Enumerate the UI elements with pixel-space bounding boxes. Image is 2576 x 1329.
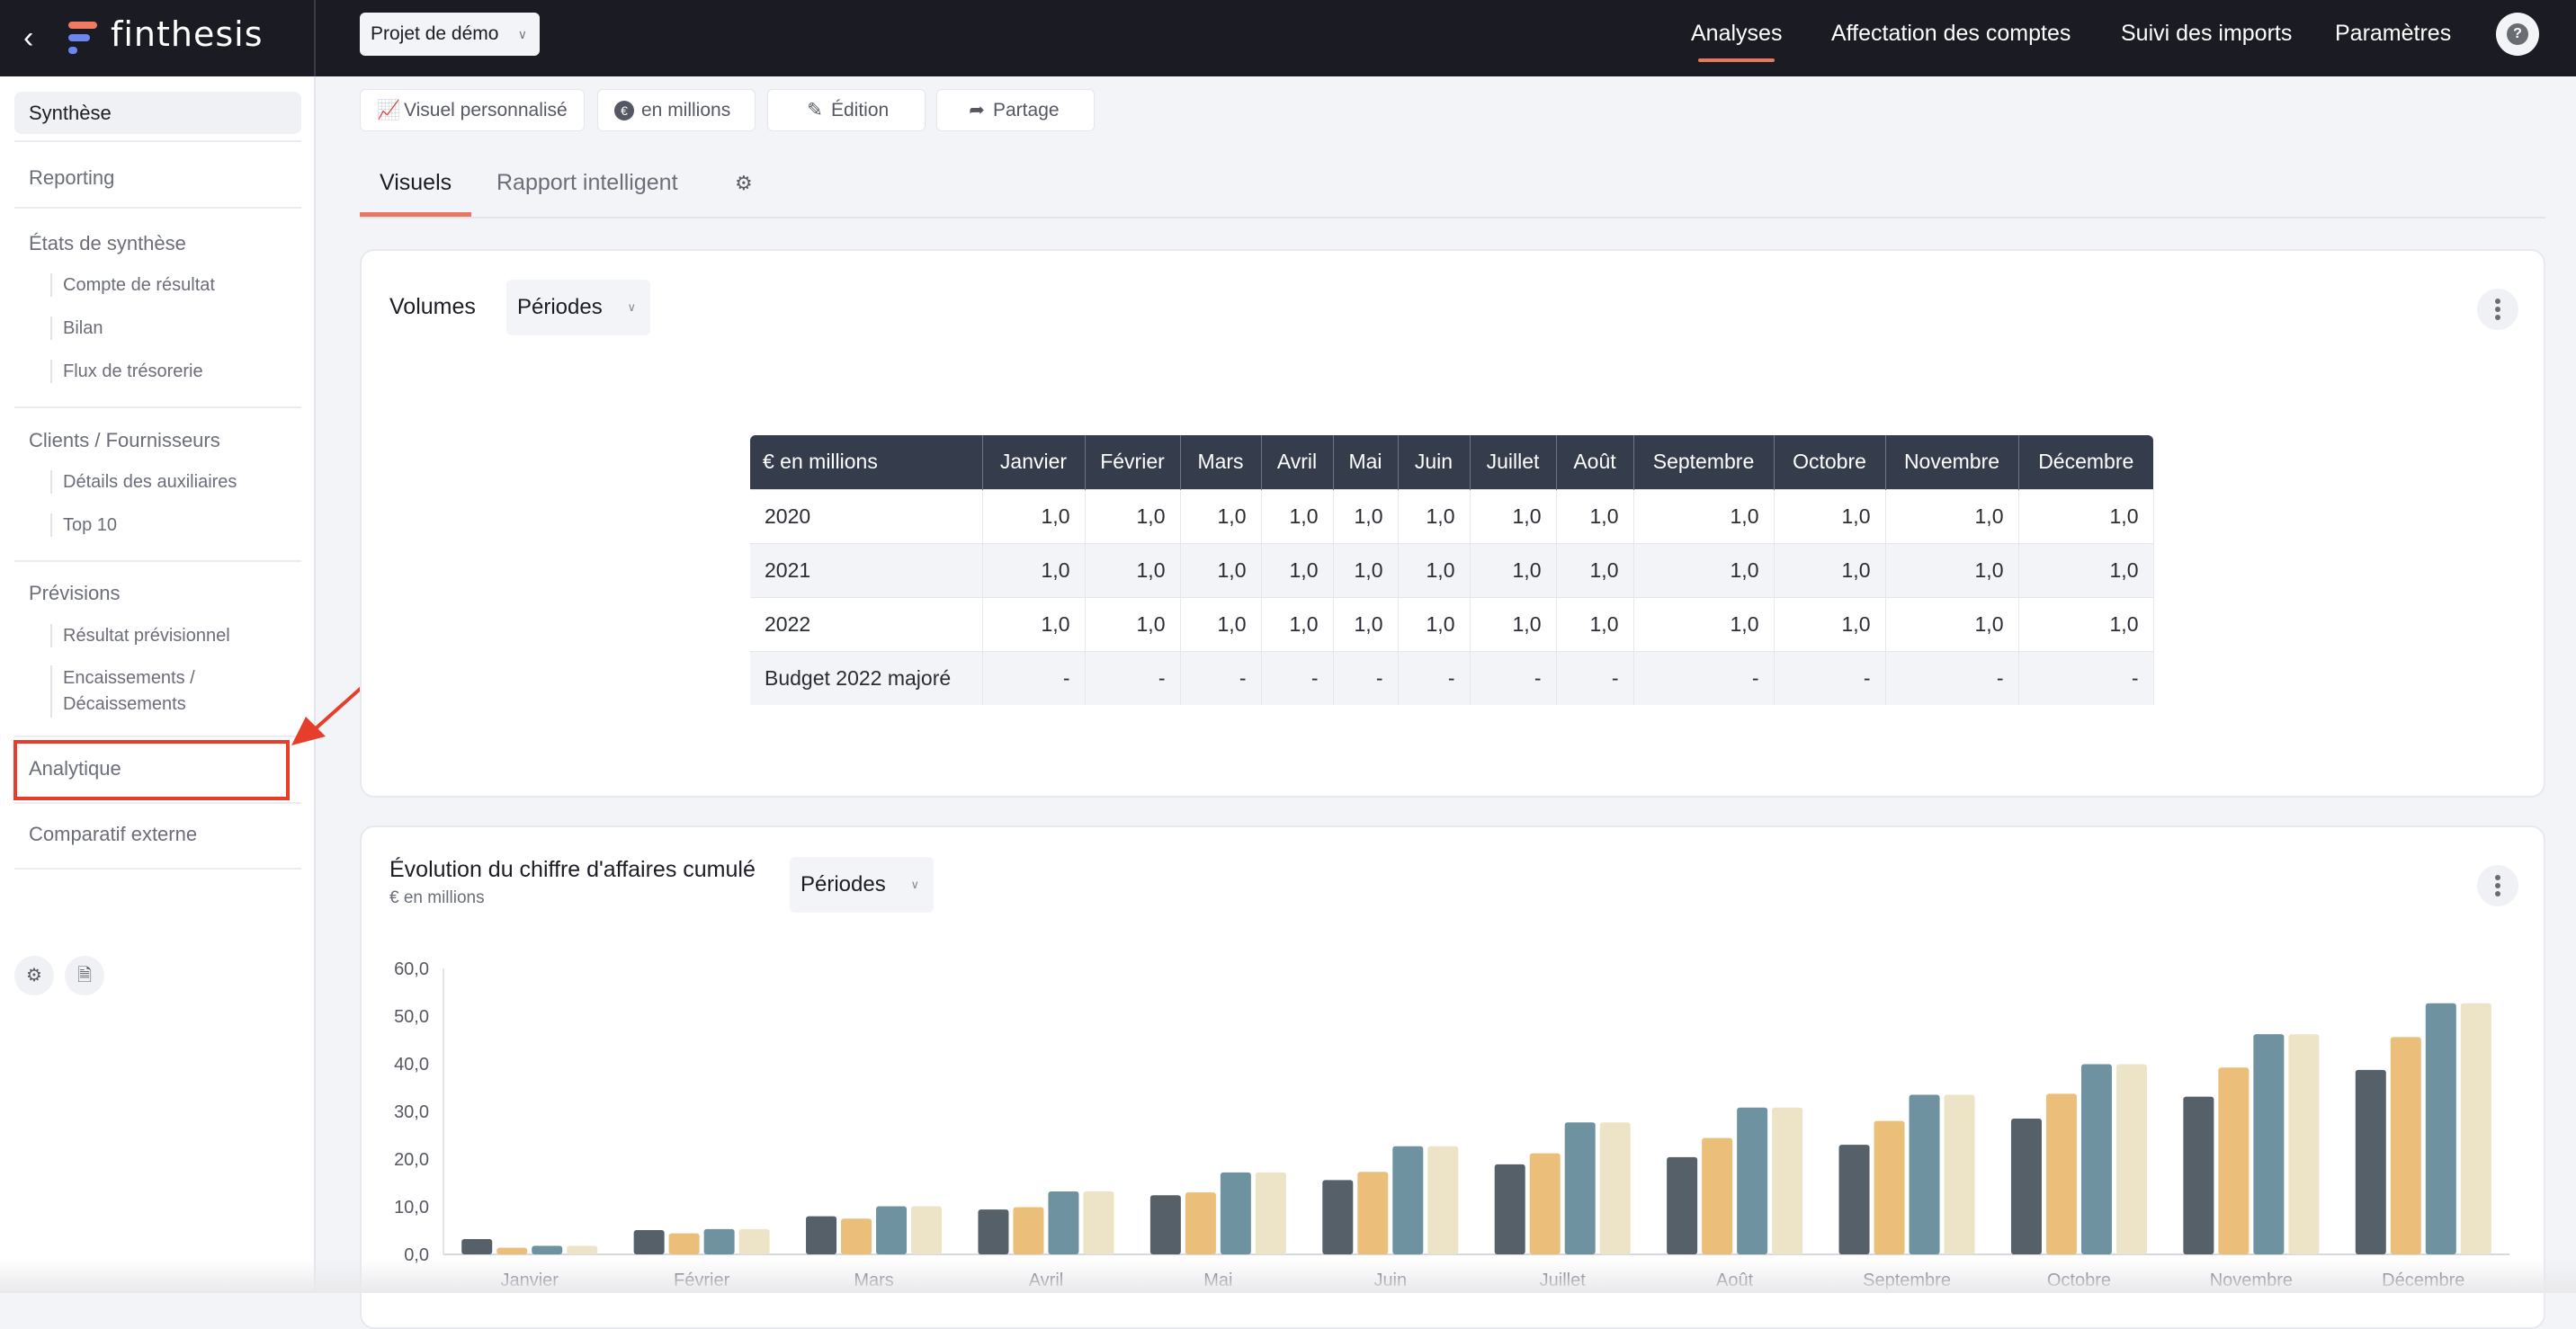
x-tick-label: Mars [854,1271,893,1290]
bar-3 [2425,1003,2456,1254]
bar-1 [1838,1145,1870,1254]
bar-3 [1909,1094,1940,1254]
bar-3 [2080,1064,2112,1254]
bar-2 [496,1247,528,1254]
x-tick-label: Mai [1203,1271,1232,1290]
x-tick-label: Février [674,1271,730,1290]
bar-2 [841,1218,872,1254]
ca-bar-chart: 0,0 10,0 20,0 30,0 40,0 50,0 60,0 Janvier Févrie… [394,959,2509,1290]
bar-4 [2460,1003,2491,1254]
bar-4 [1772,1107,1803,1254]
x-tick-label: Octobre [2047,1271,2111,1290]
bar-1 [1149,1195,1181,1254]
bar-2 [1529,1153,1561,1254]
x-tick-label: Juin [1373,1271,1407,1290]
bar-1 [2355,1069,2386,1254]
bar-2 [2218,1067,2250,1254]
bar-4 [1083,1191,1114,1254]
bar-3 [1737,1107,1768,1254]
bar-2 [668,1233,700,1254]
x-tick-label: Septembre [1863,1271,1951,1290]
bar-4 [911,1206,943,1254]
bar-2 [1013,1207,1044,1254]
bar-1 [1667,1156,1698,1254]
bar-3 [2253,1034,2285,1254]
bar-4 [738,1228,770,1254]
bar-1 [1494,1164,1525,1254]
x-tick-label: Janvier [500,1271,559,1290]
bar-4 [1599,1122,1631,1254]
bar-4 [1427,1146,1459,1254]
x-tick-label: Décembre [2382,1271,2464,1290]
bar-1 [1322,1180,1354,1254]
bar-3 [876,1206,908,1254]
bar-4 [567,1245,598,1254]
x-tick-label: Avril [1029,1271,1064,1290]
x-tick-label: Juillet [1540,1271,1587,1290]
bar-3 [1220,1172,1251,1254]
bar-4 [1255,1172,1286,1254]
bar-1 [806,1216,837,1254]
y-tick-label: 60,0 [394,959,429,979]
bar-2 [1702,1137,1733,1254]
x-tick-label: Novembre [2210,1271,2293,1290]
bar-1 [633,1229,665,1254]
x-tick-label: Août [1716,1271,1754,1290]
bar-1 [461,1239,493,1254]
bar-2 [2045,1093,2077,1254]
bar-3 [1048,1191,1079,1254]
y-tick-label: 0,0 [404,1245,429,1265]
bar-1 [978,1209,1009,1254]
bar-1 [2010,1118,2042,1254]
bar-2 [1357,1172,1389,1254]
bar-4 [2115,1064,2147,1254]
bar-3 [703,1228,735,1254]
bar-3 [532,1245,563,1254]
bar-4 [2288,1034,2320,1254]
bar-3 [1392,1146,1424,1254]
bar-2 [1185,1192,1216,1254]
bar-2 [1874,1120,1905,1254]
bar-3 [1564,1122,1596,1254]
y-tick-label: 40,0 [394,1055,429,1075]
bar-2 [2390,1037,2421,1254]
bar-4 [1944,1094,1975,1254]
y-tick-label: 20,0 [394,1150,429,1170]
y-tick-label: 10,0 [394,1198,429,1218]
y-tick-label: 30,0 [394,1102,429,1122]
bar-1 [2183,1096,2214,1254]
y-tick-label: 50,0 [394,1007,429,1027]
